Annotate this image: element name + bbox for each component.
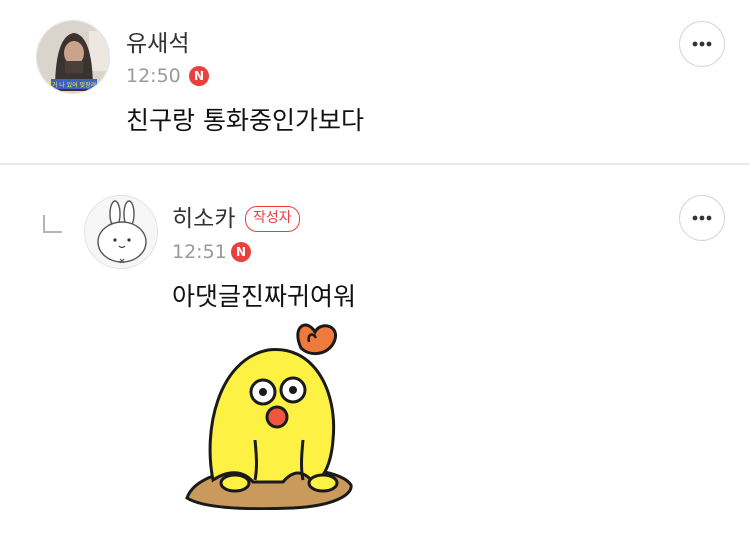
new-badge-icon: N — [231, 242, 251, 262]
comment-text: 친구랑 통화중인가보다 — [126, 106, 364, 135]
author-name[interactable]: 유새석 — [126, 30, 189, 58]
more-button[interactable] — [679, 21, 725, 67]
more-dots-icon — [692, 215, 712, 221]
comment-time: 12:51 — [172, 241, 227, 263]
avatar-photo: 저거 나 있어 맞장려라 — [37, 21, 109, 93]
yellow-chick-sticker[interactable] — [183, 320, 358, 510]
bunny-avatar-icon — [85, 196, 157, 268]
new-badge-icon: N — [189, 66, 209, 86]
avatar[interactable]: 저거 나 있어 맞장려라 — [36, 20, 110, 94]
comment-time: 12:50 — [126, 65, 181, 87]
comment-item: 저거 나 있어 맞장려라 유새석 12:50 N 친구랑 통화중인가보다 — [0, 0, 750, 164]
comment-text: 아댓글진짜귀여워 — [172, 282, 357, 311]
reply-comment-item: 히소카 작성자 12:51 N 아댓글진짜귀여워 — [0, 165, 750, 547]
more-button[interactable] — [679, 195, 725, 241]
author-badge: 작성자 — [245, 206, 300, 232]
avatar-caption: 저거 나 있어 맞장려라 — [46, 81, 102, 89]
more-dots-icon — [692, 41, 712, 47]
reply-arrow-icon — [43, 215, 62, 233]
avatar[interactable] — [84, 195, 158, 269]
author-name[interactable]: 히소카 — [172, 205, 235, 233]
